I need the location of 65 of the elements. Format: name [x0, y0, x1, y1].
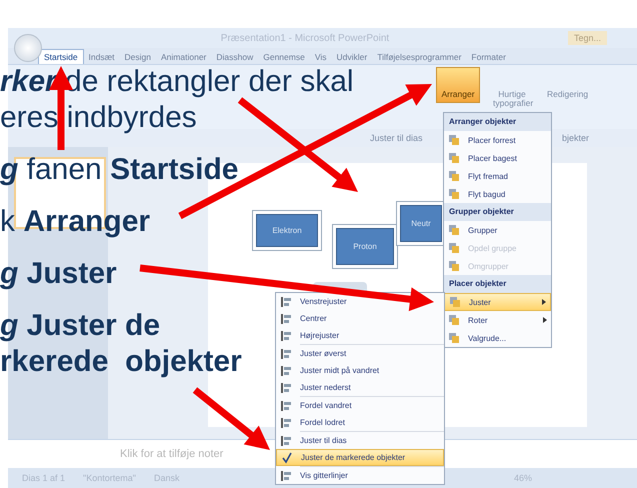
align-icon	[280, 434, 292, 446]
menu-item[interactable]: Juster nederst	[276, 379, 444, 396]
menu-item[interactable]: Grupper	[444, 221, 551, 239]
layers-icon	[449, 296, 461, 308]
layers-icon	[448, 134, 460, 146]
toolbar-label[interactable]: bjekter	[562, 133, 589, 143]
layers-icon	[448, 170, 460, 182]
ribbon-button[interactable]: Hurtige typografier	[490, 67, 534, 113]
align-icon	[280, 416, 292, 428]
ribbon-tab[interactable]: Vis	[310, 50, 332, 64]
menu-item[interactable]: Roter	[444, 311, 551, 329]
menu-header: Placer objekter	[444, 275, 551, 293]
checkmark-icon	[281, 452, 293, 464]
menu-item[interactable]: Juster	[444, 293, 551, 311]
ribbon-tab[interactable]: Diasshow	[211, 50, 258, 64]
ribbon-button[interactable]: Arranger	[436, 67, 480, 104]
menu-item[interactable]: Flyt fremad	[444, 167, 551, 185]
ribbon-tab[interactable]: Startside	[38, 49, 84, 64]
submenu-arrow-icon	[542, 299, 546, 305]
menu-item[interactable]: Fordel lodret	[276, 414, 444, 431]
menu-header: Grupper objekter	[444, 203, 551, 221]
menu-item[interactable]: Juster øverst	[276, 345, 444, 362]
instruction-text: rkerede objekter	[0, 344, 242, 380]
instruction-text: g Juster de	[0, 308, 160, 344]
ribbon-tab[interactable]: Gennemse	[258, 50, 310, 64]
ribbon-tab[interactable]: Formater	[466, 50, 511, 64]
menu-item[interactable]: Fordel vandret	[276, 397, 444, 414]
align-icon	[280, 470, 292, 482]
layers-icon	[448, 260, 460, 272]
ribbon-tab[interactable]: Tilføjelsesprogrammer	[372, 50, 466, 64]
instruction-text: g fanen Startside	[0, 152, 238, 188]
menu-item[interactable]: Højrejuster	[276, 327, 444, 344]
ribbon-tab[interactable]: Indsæt	[84, 50, 120, 64]
menu-item[interactable]: Valgrude...	[444, 329, 551, 347]
align-icon	[280, 364, 292, 376]
instruction-text: eres indbyrdes	[0, 100, 197, 136]
menu-item[interactable]: Juster de markerede objekter	[276, 449, 444, 466]
menu-header: Arranger objekter	[444, 113, 551, 131]
align-icon	[280, 312, 292, 324]
layers-icon	[448, 152, 460, 164]
instruction-text: g Juster	[0, 256, 117, 292]
menu-item[interactable]: Placer bagest	[444, 149, 551, 167]
layers-icon	[448, 188, 460, 200]
ribbon-tab[interactable]: Design	[120, 50, 156, 64]
menu-item[interactable]: Venstrejuster	[276, 293, 444, 310]
menu-item[interactable]: Centrer	[276, 310, 444, 327]
layers-icon	[448, 224, 460, 236]
align-icon	[280, 382, 292, 394]
ribbon-tab[interactable]: Udvikler	[331, 50, 372, 64]
layers-icon	[448, 314, 460, 326]
align-icon	[280, 348, 292, 360]
menu-item[interactable]: Vis gitterlinjer	[276, 467, 444, 484]
ribbon-tab[interactable]: Animationer	[156, 50, 212, 64]
layers-icon	[448, 242, 460, 254]
toolbar-label[interactable]: Juster til dias	[370, 133, 423, 143]
menu-item[interactable]: Placer forrest	[444, 131, 551, 149]
align-icon	[280, 296, 292, 308]
submenu-arrow-icon	[543, 317, 547, 323]
align-icon	[280, 400, 292, 412]
align-icon	[280, 330, 292, 342]
layers-icon	[448, 332, 460, 344]
instruction-text: k Arranger	[0, 204, 150, 240]
menu-item[interactable]: Juster midt på vandret	[276, 362, 444, 379]
menu-item[interactable]: Flyt bagud	[444, 185, 551, 203]
ribbon-button[interactable]: Redigering	[544, 67, 588, 104]
